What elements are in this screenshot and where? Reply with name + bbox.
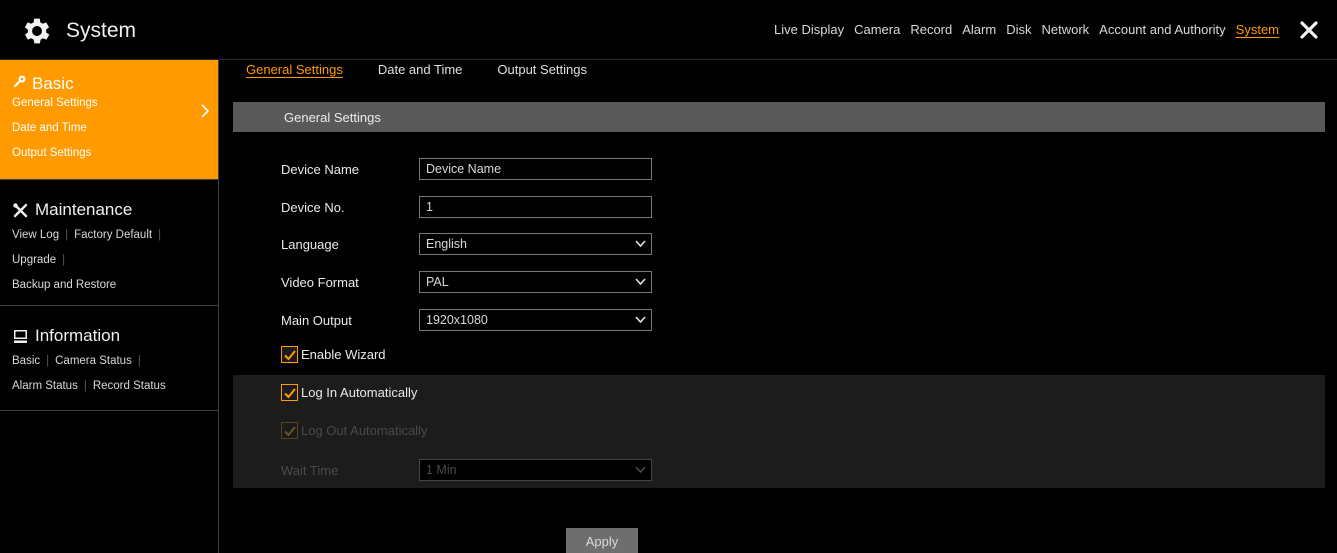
close-icon[interactable] [1299, 20, 1319, 40]
main-output-value: 1920x1080 [426, 313, 488, 327]
chevron-down-icon [635, 316, 646, 324]
section-header: General Settings [233, 102, 1325, 132]
link-factory-default[interactable]: Factory Default [74, 229, 152, 241]
top-bar: System Live Display Camera Record Alarm … [0, 0, 1337, 60]
top-nav: Live Display Camera Record Alarm Disk Ne… [764, 22, 1279, 37]
topnav-account-and-authority[interactable]: Account and Authority [1099, 22, 1225, 37]
sidebar-information-label: Information [35, 326, 121, 345]
link-alarm-status[interactable]: Alarm Status [12, 380, 78, 392]
log-out-auto-row: Log Out Automatically [281, 422, 427, 439]
checkmark-icon [284, 426, 296, 437]
sidebar-information-header[interactable]: Information [12, 326, 218, 346]
sidebar-item-date-and-time[interactable]: Date and Time [12, 116, 218, 141]
tab-bar: General Settings Date and Time Output Se… [246, 62, 622, 77]
link-upgrade[interactable]: Upgrade [12, 254, 56, 266]
log-out-auto-label: Log Out Automatically [301, 423, 428, 438]
sidebar-information-section: Information Basic | Camera Status | Alarm S… [0, 306, 218, 411]
topnav-record[interactable]: Record [910, 22, 952, 37]
video-format-label: Video Format [281, 274, 359, 290]
separator: | [158, 229, 162, 241]
link-backup-and-restore[interactable]: Backup and Restore [12, 279, 116, 291]
device-no-input[interactable]: 1 [419, 196, 652, 218]
sidebar-maintenance-section: Maintenance View Log | Factory Default | Up… [0, 180, 218, 306]
wrench-key-icon [13, 75, 26, 88]
apply-button[interactable]: Apply [566, 528, 638, 553]
main-output-label: Main Output [281, 312, 352, 328]
language-value: English [426, 237, 467, 251]
log-in-auto-label: Log In Automatically [301, 385, 418, 400]
topnav-system[interactable]: System [1236, 22, 1279, 37]
topnav-disk[interactable]: Disk [1006, 22, 1031, 37]
tab-output-settings[interactable]: Output Settings [497, 62, 587, 77]
tools-icon [13, 202, 28, 217]
device-name-label: Device Name [281, 161, 360, 177]
app-title-area: System [20, 14, 136, 48]
sidebar-maintenance-header[interactable]: Maintenance [12, 200, 218, 220]
device-no-label: Device No. [281, 199, 345, 215]
topnav-live-display[interactable]: Live Display [774, 22, 844, 37]
topnav-alarm[interactable]: Alarm [962, 22, 996, 37]
separator: | [46, 355, 50, 367]
enable-wizard-row[interactable]: Enable Wizard [281, 346, 386, 363]
wait-time-value: 1 Min [426, 463, 457, 477]
topnav-camera[interactable]: Camera [854, 22, 900, 37]
link-view-log[interactable]: View Log [12, 229, 59, 241]
wait-time-label: Wait Time [281, 462, 339, 478]
language-label: Language [281, 236, 339, 252]
link-camera-status[interactable]: Camera Status [55, 355, 132, 367]
tab-general-settings[interactable]: General Settings [246, 62, 343, 77]
separator: | [137, 355, 141, 367]
wait-time-select: 1 Min [419, 459, 652, 481]
chevron-down-icon [635, 278, 646, 286]
device-name-input[interactable]: Device Name [419, 158, 652, 180]
chevron-down-icon [635, 240, 646, 248]
main-output-select[interactable]: 1920x1080 [419, 309, 652, 331]
monitor-icon [14, 329, 27, 343]
separator: | [83, 380, 87, 392]
video-format-value: PAL [426, 275, 449, 289]
sidebar-item-output-settings[interactable]: Output Settings [12, 141, 218, 166]
gear-icon [24, 18, 50, 44]
separator: | [62, 254, 66, 266]
sidebar-maintenance-label: Maintenance [35, 200, 133, 219]
link-basic[interactable]: Basic [12, 355, 40, 367]
tab-date-and-time[interactable]: Date and Time [378, 62, 463, 77]
log-in-auto-row[interactable]: Log In Automatically [281, 384, 417, 401]
enable-wizard-checkbox[interactable] [281, 346, 298, 363]
information-links: Basic | Camera Status | Alarm Status | Record… [12, 349, 218, 399]
language-select[interactable]: English [419, 233, 652, 255]
sidebar-basic-section: Basic General Settings Date and Time Out… [0, 60, 218, 180]
chevron-down-icon [635, 466, 646, 474]
app-title: System [66, 19, 137, 42]
enable-wizard-label: Enable Wizard [301, 347, 386, 362]
log-in-auto-checkbox[interactable] [281, 384, 298, 401]
separator: | [65, 229, 69, 241]
chevron-right-icon [201, 104, 210, 118]
topnav-network[interactable]: Network [1041, 22, 1089, 37]
link-record-status[interactable]: Record Status [93, 380, 166, 392]
sidebar: Basic General Settings Date and Time Out… [0, 60, 219, 553]
checkmark-icon [284, 388, 296, 399]
checkmark-icon [284, 350, 296, 361]
log-out-auto-checkbox [281, 422, 298, 439]
video-format-select[interactable]: PAL [419, 271, 652, 293]
maintenance-links: View Log | Factory Default | Upgrade | Backu… [12, 223, 218, 298]
sidebar-item-general-settings[interactable]: General Settings [12, 91, 218, 116]
